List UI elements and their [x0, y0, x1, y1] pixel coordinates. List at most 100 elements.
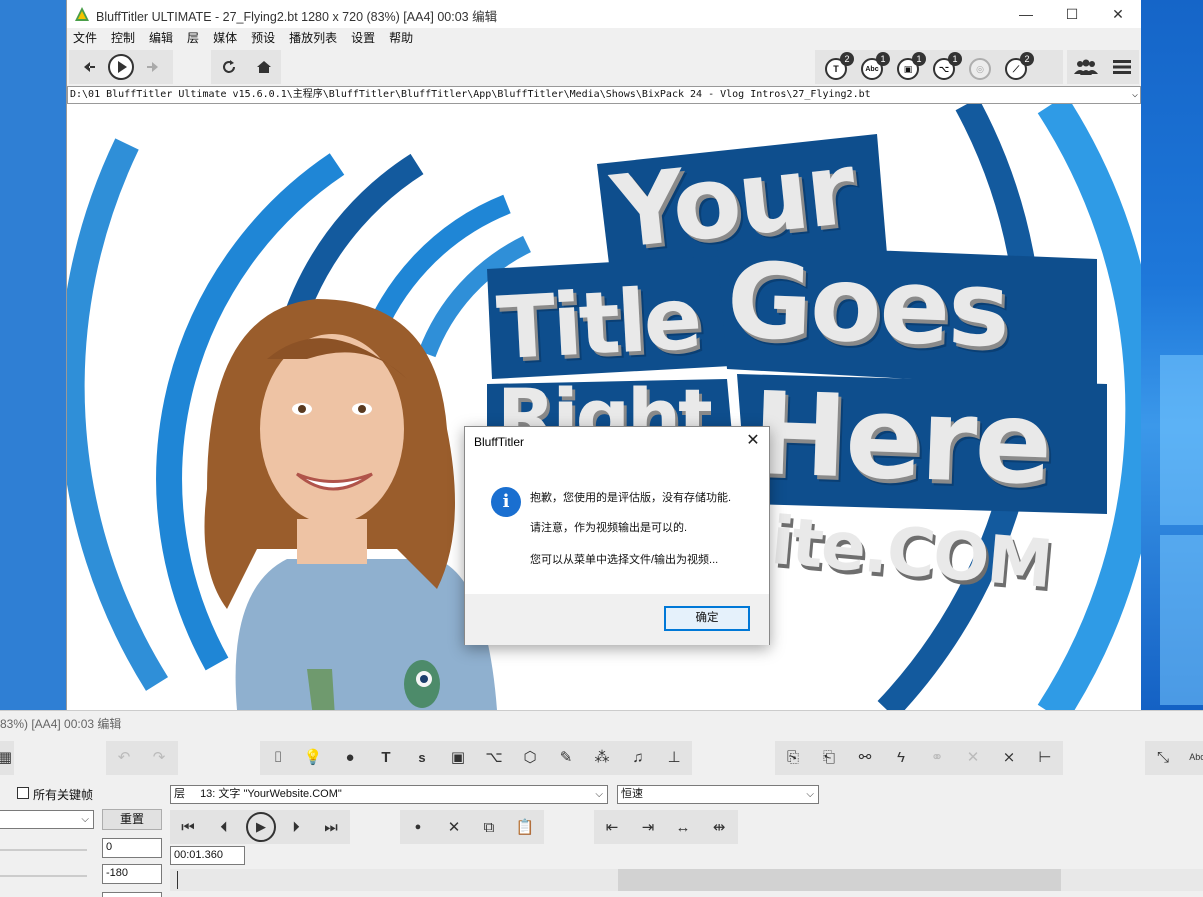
timeline-range[interactable]	[618, 869, 1061, 891]
file-path-text: D:\01 BluffTitler Ultimate v15.6.0.1\主程序…	[70, 89, 871, 100]
paste-icon[interactable]: 📋	[512, 814, 538, 840]
disabled-layer-button[interactable]: ◎	[965, 52, 997, 84]
users-button[interactable]	[1069, 50, 1103, 84]
refresh-button[interactable]	[212, 50, 246, 84]
title-bar: BluffTitler ULTIMATE - 27_Flying2.bt 128…	[67, 0, 1141, 28]
menu-settings[interactable]: 设置	[351, 28, 375, 48]
camera-icon[interactable]: ⌷	[265, 744, 291, 770]
text-layer-button[interactable]: T 2	[821, 52, 854, 84]
pencil-icon[interactable]: ✎	[553, 744, 579, 770]
plugin-icon[interactable]: ⊥	[661, 744, 687, 770]
picture-layer-button[interactable]: ▣ 1	[893, 52, 926, 84]
layer-tree-icon[interactable]: ⊢	[1032, 744, 1058, 770]
value-field-3[interactable]	[102, 892, 162, 897]
undo-icon[interactable]: ↶	[111, 744, 137, 770]
ok-button[interactable]: 确定	[664, 606, 750, 631]
arrow-left-icon	[84, 62, 95, 72]
dialog-close-button[interactable]: ✕	[743, 430, 763, 452]
speed-value: 恒速	[621, 788, 643, 800]
close-button[interactable]: ✕	[1095, 0, 1141, 28]
file-path-combobox[interactable]: D:\01 BluffTitler Ultimate v15.6.0.1\主程序…	[67, 86, 1141, 104]
hamburger-menu-button[interactable]	[1105, 50, 1139, 84]
blob-icon[interactable]: ●	[337, 744, 363, 770]
copy-icon[interactable]: ⧉	[476, 814, 502, 840]
property-select[interactable]: ⌵	[0, 810, 94, 829]
blufftitler-logo-icon	[75, 7, 89, 21]
path-layer-button[interactable]: ⌥ 1	[929, 52, 962, 84]
menu-media[interactable]: 媒体	[213, 28, 237, 48]
windows-logo-tile	[1160, 535, 1203, 705]
layer-collapse-icon[interactable]: ✕	[960, 744, 986, 770]
chevron-down-icon: ⌵	[806, 789, 814, 800]
dialog-message-line-3: 您可以从菜单中选择文件/输出为视频...	[530, 554, 719, 566]
chevron-down-icon[interactable]: ⌵	[1132, 87, 1138, 103]
message-dialog: BluffTitler ✕ i 抱歉，您使用的是评估版，没有存储功能. 请注意，…	[464, 426, 770, 645]
record-icon[interactable]: ●	[405, 814, 431, 840]
layer-attach-icon[interactable]: ⚯	[852, 744, 878, 770]
layer-copy-icon[interactable]: ⎘	[780, 744, 806, 770]
layer-flash-icon[interactable]: ϟ	[888, 744, 914, 770]
value-field-2[interactable]: -180	[102, 864, 162, 884]
picture-icon[interactable]: ▣	[445, 744, 471, 770]
menu-bar: 文件 控制 编辑 层 媒体 预设 播放列表 设置 帮助	[67, 28, 1141, 48]
expand-time-icon[interactable]: ↔	[670, 814, 696, 840]
light-bulb-icon[interactable]: 💡	[300, 744, 326, 770]
menu-playlist[interactable]: 播放列表	[289, 28, 337, 48]
layer-count-badge: 1	[876, 52, 890, 66]
dialog-footer: 确定	[465, 594, 769, 645]
step-forward-icon[interactable]: ⏵	[283, 814, 309, 840]
compress-time-icon[interactable]: ⇹	[706, 814, 732, 840]
music-note-icon[interactable]: ♫	[625, 744, 651, 770]
film-strip-icon[interactable]: ▦	[0, 744, 18, 770]
all-keyframes-checkbox[interactable]	[17, 787, 29, 799]
menu-file[interactable]: 文件	[73, 28, 97, 48]
text-t-icon[interactable]: T	[373, 744, 399, 770]
play-button[interactable]	[104, 50, 138, 84]
timeline-cursor[interactable]	[177, 871, 178, 889]
dialog-title: BluffTitler	[474, 435, 525, 449]
jump-prev-key-icon[interactable]: ⇤	[599, 814, 625, 840]
light-layer-button[interactable]: ⟋ 2	[1001, 52, 1034, 84]
layer-delete-icon[interactable]: ⨯	[996, 744, 1022, 770]
disabled-layer-icon: ◎	[969, 58, 991, 80]
value-field-1[interactable]: 0	[102, 838, 162, 858]
reset-button[interactable]: 重置	[102, 809, 162, 830]
play-icon[interactable]: ▶	[246, 812, 276, 842]
menu-help[interactable]: 帮助	[389, 28, 413, 48]
time-field[interactable]: 00:01.360	[170, 846, 245, 865]
menu-edit[interactable]: 编辑	[149, 28, 173, 48]
abc-text-icon[interactable]: Abc	[1184, 744, 1203, 770]
maximize-button[interactable]: ☐	[1049, 0, 1095, 28]
layer-label: 层	[174, 788, 185, 800]
redo-icon[interactable]: ↷	[146, 744, 172, 770]
text-resize-icon[interactable]: ⤡	[1150, 744, 1176, 770]
desktop-background	[1140, 0, 1203, 710]
slider-track[interactable]	[0, 875, 87, 877]
path-icon[interactable]: ⌥	[481, 744, 507, 770]
menu-presets[interactable]: 预设	[251, 28, 275, 48]
menu-layer[interactable]: 层	[187, 28, 199, 48]
main-toolbar: T 2 Abc 1 ▣ 1 ⌥ 1 ◎ ⟋ 2	[67, 48, 1141, 86]
cube-icon[interactable]: ⬡	[517, 744, 543, 770]
layer-link-icon[interactable]: ⎗	[816, 744, 842, 770]
minimize-button[interactable]: —	[1003, 0, 1049, 28]
go-end-icon[interactable]: ⏭	[318, 814, 344, 840]
jump-next-key-icon[interactable]: ⇥	[635, 814, 661, 840]
speed-select[interactable]: 恒速 ⌵	[617, 785, 819, 804]
go-start-icon[interactable]: ⏮	[175, 814, 201, 840]
menu-control[interactable]: 控制	[111, 28, 135, 48]
layer-disabled-icon[interactable]: ⚭	[924, 744, 950, 770]
home-button[interactable]	[247, 50, 281, 84]
back-button[interactable]	[71, 50, 105, 84]
slider-track[interactable]	[0, 849, 87, 851]
layer-count-badge: 1	[948, 52, 962, 66]
step-back-icon[interactable]: ⏴	[211, 814, 237, 840]
layer-select[interactable]: 层 13: 文字 "YourWebsite.COM" ⌵	[170, 785, 608, 804]
title-word-goes: Goes	[724, 239, 1011, 371]
layer-count-badge: 2	[840, 52, 854, 66]
particles-icon[interactable]: ⁂	[589, 744, 615, 770]
abc-layer-button[interactable]: Abc 1	[857, 52, 890, 84]
forward-button[interactable]	[137, 50, 171, 84]
delete-key-icon[interactable]: ✕	[441, 814, 467, 840]
text-s-icon[interactable]: s	[409, 744, 435, 770]
